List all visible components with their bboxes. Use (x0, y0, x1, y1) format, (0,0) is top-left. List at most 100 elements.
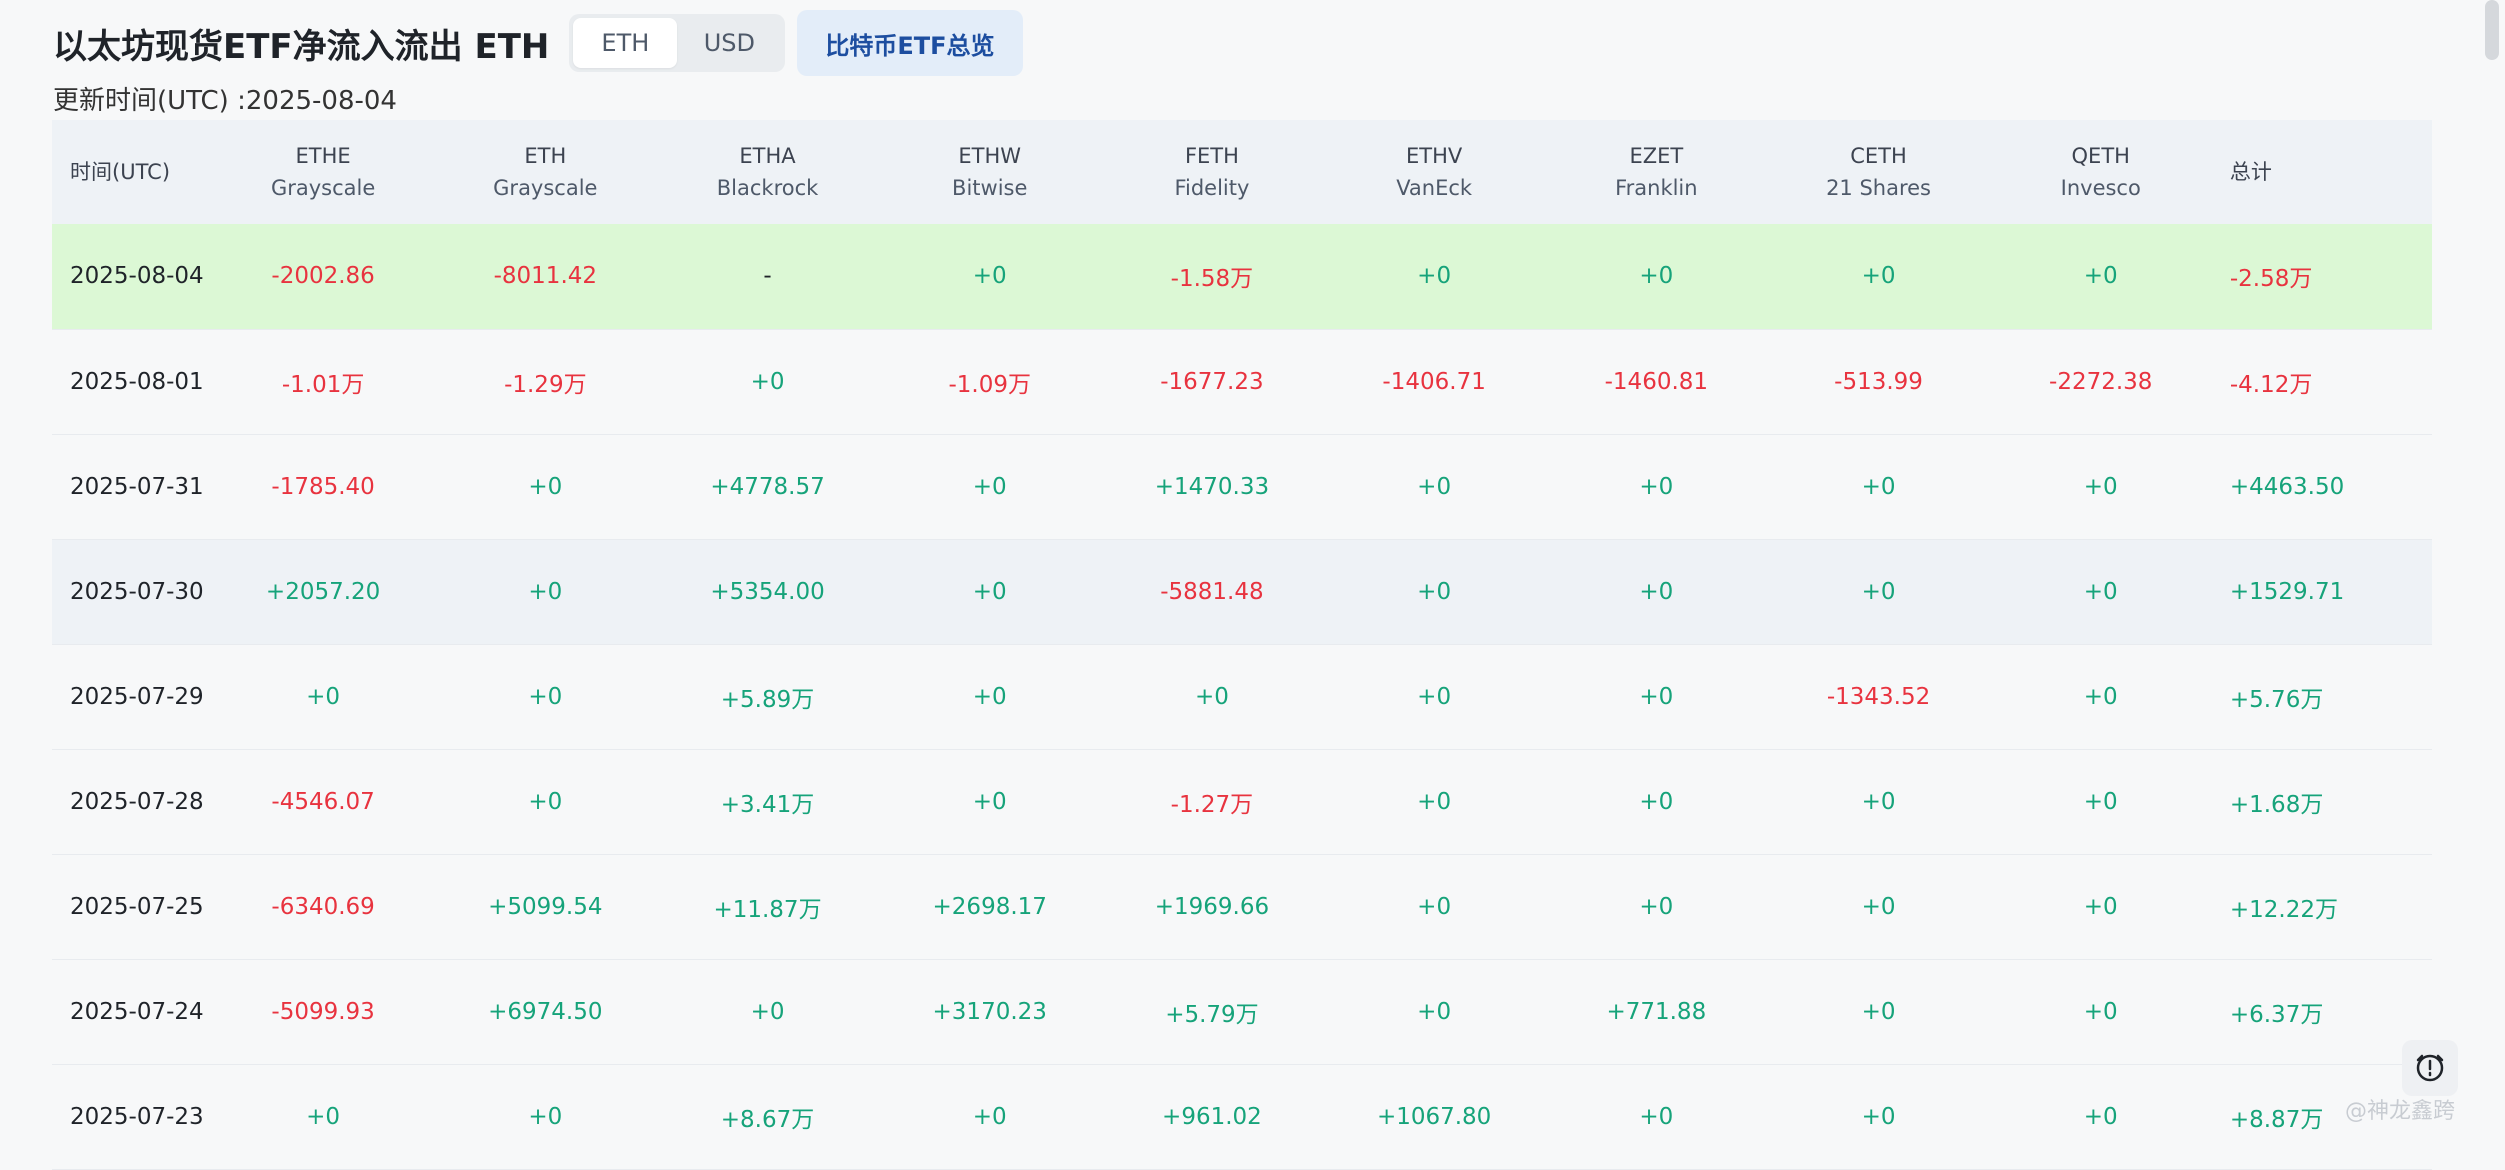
etf-column-header: CETH 21 Shares (1767, 120, 1989, 224)
flow-cell: +0 (528, 683, 563, 710)
clock-alert-icon (2416, 1054, 2444, 1082)
flow-cell: +0 (2083, 1103, 2118, 1130)
etf-ticker: ETH (524, 144, 567, 168)
flow-cell: +0 (1417, 683, 1452, 710)
flow-cell: +0 (306, 683, 341, 710)
table-row: 2025-07-29 +0 +0 +5.89万 +0 +0 +0 +0 -1343.52 +0 +5… (52, 644, 2432, 749)
flow-cell: +0 (750, 368, 785, 395)
row-date: 2025-07-31 (70, 473, 204, 500)
row-total: -2.58万 (2229, 266, 2313, 293)
flow-cell: -1.09万 (948, 371, 1031, 398)
row-total: +4463.50 (2229, 473, 2345, 500)
flow-cell: +0 (972, 473, 1007, 500)
flow-cell: +0 (1639, 893, 1674, 920)
table-body: 2025-08-04 -2002.86 -8011.42 - +0 -1.58万 +0 +0 +… (52, 224, 2432, 1169)
row-total: -4.12万 (2229, 371, 2313, 398)
flow-cell: +0 (2083, 263, 2118, 290)
flow-cell: +0 (2083, 998, 2118, 1025)
flow-cell: +0 (528, 473, 563, 500)
row-date: 2025-07-23 (70, 1103, 204, 1130)
table-row: 2025-07-23 +0 +0 +8.67万 +0 +961.02 +1067.80 +0 +… (52, 1064, 2432, 1169)
flow-cell: +0 (2083, 473, 2118, 500)
flow-cell: -1.29万 (504, 371, 587, 398)
flow-cell: +771.88 (1606, 998, 1707, 1025)
row-total: +12.22万 (2229, 896, 2338, 923)
etf-issuer: Grayscale (493, 176, 598, 200)
flow-cell: +0 (2083, 578, 2118, 605)
etf-column-header: EZET Franklin (1545, 120, 1767, 224)
etf-ticker: ETHE (295, 144, 351, 168)
etf-column-header: ETHV VanEck (1323, 120, 1545, 224)
flow-cell: +0 (1417, 788, 1452, 815)
flow-cell: +0 (1639, 578, 1674, 605)
etf-ticker: ETHW (958, 144, 1022, 168)
etf-ticker: QETH (2071, 144, 2130, 168)
etf-ticker: CETH (1850, 144, 1907, 168)
etf-issuer: Grayscale (270, 176, 376, 200)
table-row: 2025-07-30 +2057.20 +0 +5354.00 +0 -5881.48 +0… (52, 539, 2432, 644)
flow-cell: +2057.20 (265, 578, 381, 605)
flow-cell: +5.89万 (720, 686, 815, 713)
total-column-header: 总计 (2229, 160, 2272, 184)
etf-issuer: Franklin (1615, 176, 1698, 200)
flow-cell: -1.27万 (1170, 791, 1254, 818)
flow-cell: +4778.57 (710, 473, 825, 500)
row-date: 2025-07-30 (70, 578, 204, 605)
flow-cell: +0 (750, 998, 785, 1025)
etf-flow-table: 时间(UTC) ETHE Grayscale ETH Grayscale ETHA Bla… (52, 120, 2432, 1170)
flow-cell: -8011.42 (493, 263, 598, 290)
flow-cell: +0 (972, 788, 1007, 815)
etf-issuer: 21 Shares (1826, 176, 1932, 200)
flow-cell: +0 (972, 683, 1007, 710)
toggle-eth-button[interactable]: ETH (573, 18, 678, 68)
clock-alert-button[interactable] (2402, 1040, 2458, 1096)
etf-issuer: Fidelity (1174, 176, 1250, 200)
row-total: +6.37万 (2229, 1001, 2324, 1028)
flow-cell: -2272.38 (2049, 368, 2153, 395)
table-row: 2025-07-25 -6340.69 +5099.54 +11.87万 +2698.1… (52, 854, 2432, 959)
etf-issuer: Invesco (2060, 176, 2141, 200)
etf-column-header: FETH Fidelity (1101, 120, 1323, 224)
row-date: 2025-07-24 (70, 998, 204, 1025)
etf-issuer: Bitwise (952, 176, 1028, 200)
flow-cell: -513.99 (1834, 368, 1923, 395)
flow-cell: +3170.23 (932, 998, 1047, 1025)
flow-cell: +1470.33 (1154, 473, 1270, 500)
flow-cell: +0 (1861, 788, 1896, 815)
flow-cell: +0 (1861, 263, 1896, 290)
flow-cell: +8.67万 (720, 1106, 815, 1133)
flow-cell: +0 (1861, 893, 1896, 920)
table-row: 2025-08-04 -2002.86 -8011.42 - +0 -1.58万 +0 +0 +… (52, 224, 2432, 329)
flow-cell: -1785.40 (271, 473, 375, 500)
flow-cell: +0 (528, 1103, 563, 1130)
row-date: 2025-07-29 (70, 683, 204, 710)
flow-cell: +2698.17 (932, 893, 1047, 920)
flow-cell: +3.41万 (720, 791, 815, 818)
flow-cell: -4546.07 (271, 788, 375, 815)
btc-etf-overview-button[interactable]: 比特币ETF总览 (797, 10, 1023, 76)
row-date: 2025-08-04 (70, 263, 204, 290)
flow-cell: +1969.66 (1154, 893, 1270, 920)
date-column-header: 时间(UTC) (70, 160, 171, 184)
etf-column-header: ETHW Bitwise (879, 120, 1101, 224)
etf-ticker: EZET (1629, 144, 1684, 168)
table-row: 2025-08-01 -1.01万 -1.29万 +0 -1.09万 -1677.23 -1… (52, 329, 2432, 434)
row-total: +1529.71 (2229, 578, 2345, 605)
flow-cell: +0 (2083, 893, 2118, 920)
table-header-row: 时间(UTC) ETHE Grayscale ETH Grayscale ETHA Bla… (52, 120, 2432, 224)
scrollbar-thumb[interactable] (2485, 0, 2499, 60)
table-row: 2025-07-31 -1785.40 +0 +4778.57 +0 +1470.33 +0… (52, 434, 2432, 539)
flow-cell: +0 (1639, 263, 1674, 290)
flow-cell: +6974.50 (488, 998, 603, 1025)
flow-cell: +0 (1861, 473, 1896, 500)
flow-cell: +0 (528, 578, 563, 605)
toggle-usd-button[interactable]: USD (677, 18, 781, 68)
row-total: +5.76万 (2229, 686, 2324, 713)
table-row: 2025-07-28 -4546.07 +0 +3.41万 +0 -1.27万 +0 +0 +0… (52, 749, 2432, 854)
etf-column-header: ETHE Grayscale (212, 120, 434, 224)
row-date: 2025-07-28 (70, 788, 204, 815)
flow-cell: -5099.93 (271, 998, 375, 1025)
flow-cell: - (763, 263, 772, 290)
flow-cell: -1.01万 (281, 371, 365, 398)
flow-cell: +0 (1417, 998, 1452, 1025)
